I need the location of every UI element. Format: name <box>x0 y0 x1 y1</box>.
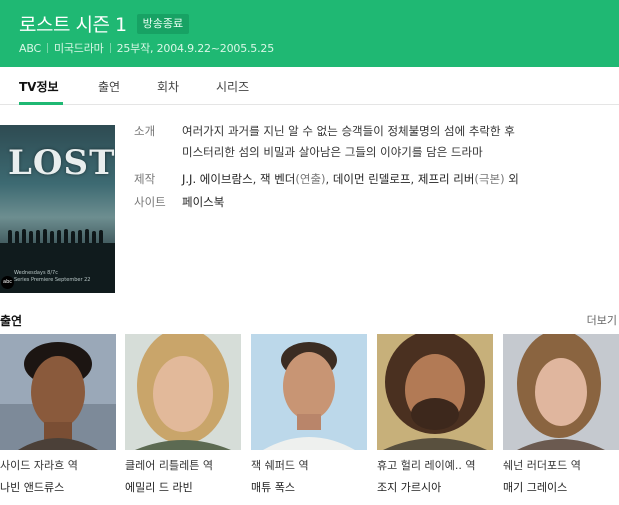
cast-heading: 출연 <box>0 314 23 328</box>
title-row: 로스트 시즌 1 방송종료 <box>19 10 190 37</box>
character-role[interactable]: 휴고 헐리 레이예.. 역 <box>377 457 493 473</box>
tab-bar: TV정보 출연 회차 시리즈 <box>0 67 619 105</box>
meta-row: ABC 미국드라마 25부작, 2004.9.22~2005.5.25 <box>19 40 274 56</box>
synopsis-line: 여러가지 과거를 지닌 알 수 없는 승객들이 정체불명의 섬에 추락한 후 <box>182 124 515 138</box>
actor-name[interactable]: 매튜 폭스 <box>251 479 367 495</box>
status-badge: 방송종료 <box>136 13 190 34</box>
tab-series[interactable]: 시리즈 <box>216 78 249 95</box>
cast-card[interactable]: 클레어 리틀레튼 역 에밀리 드 라빈 <box>125 334 241 495</box>
synopsis-label: 소개 <box>134 124 156 138</box>
actor-name[interactable]: 에밀리 드 라빈 <box>125 479 241 495</box>
poster-tagline: Wednesdays 8/7c Series Premiere Septembe… <box>14 270 90 284</box>
poster-logo: LOST <box>8 143 115 183</box>
title-header: 로스트 시즌 1 방송종료 ABC 미국드라마 25부작, 2004.9.22~… <box>0 0 619 67</box>
credits-suffix: 외 <box>508 172 519 186</box>
synopsis-line: 미스터리한 섬의 비밀과 살아남은 그들의 이야기를 담은 드라마 <box>182 145 483 159</box>
cast-card[interactable]: 휴고 헐리 레이예.. 역 조지 가르시아 <box>377 334 493 495</box>
actor-photo[interactable] <box>251 334 367 450</box>
creator-link[interactable]: J.J. 에이브람스 <box>182 172 253 186</box>
abc-logo: abc <box>1 276 14 289</box>
director-role: (연출) <box>295 172 326 186</box>
character-role[interactable]: 쉐넌 러더포드 역 <box>503 457 619 473</box>
genre-label: 미국드라마 <box>53 42 104 55</box>
tab-episodes[interactable]: 회차 <box>157 78 179 95</box>
character-role[interactable]: 사이드 자라흐 역 <box>0 457 116 473</box>
writer-role: (극본) <box>474 172 505 186</box>
facebook-link[interactable]: 페이스북 <box>182 192 224 213</box>
meta-divider <box>46 43 48 53</box>
production-row: 제작 J.J. 에이브람스, 잭 벤더(연출), 데이먼 린델로프, 제프리 리… <box>134 169 519 190</box>
writer-link[interactable]: 데이먼 린델로프 <box>333 172 411 186</box>
synopsis-text: 여러가지 과거를 지닌 알 수 없는 승객들이 정체불명의 섬에 추락한 후 미… <box>182 121 515 163</box>
episodes-dates-label: 25부작, 2004.9.22~2005.5.25 <box>116 42 275 55</box>
actor-name[interactable]: 나빈 앤드류스 <box>0 479 116 495</box>
cast-card[interactable]: 잭 쉐퍼드 역 매튜 폭스 <box>251 334 367 495</box>
actor-portrait <box>503 334 619 450</box>
tab-cast[interactable]: 출연 <box>98 78 120 95</box>
actor-photo[interactable] <box>0 334 116 450</box>
actor-portrait <box>251 334 367 450</box>
meta-divider <box>109 43 111 53</box>
active-tab-indicator <box>19 102 63 105</box>
actor-photo[interactable] <box>503 334 619 450</box>
actor-photo[interactable] <box>125 334 241 450</box>
production-label: 제작 <box>134 172 156 186</box>
poster-tagline-line2: Series Premiere September 22 <box>14 277 91 283</box>
site-label: 사이트 <box>134 195 166 209</box>
show-poster[interactable]: LOST Wednesdays 8/7c Series Premiere Sep… <box>0 125 115 293</box>
network-label: ABC <box>19 41 41 55</box>
actor-name[interactable]: 매기 그레이스 <box>503 479 619 495</box>
actor-portrait <box>0 334 116 450</box>
actor-photo[interactable] <box>377 334 493 450</box>
show-info: 소개 여러가지 과거를 지닌 알 수 없는 승객들이 정체불명의 섬에 추락한 … <box>134 121 519 213</box>
synopsis-row: 소개 여러가지 과거를 지닌 알 수 없는 승객들이 정체불명의 섬에 추락한 … <box>134 121 519 163</box>
character-role[interactable]: 클레어 리틀레튼 역 <box>125 457 241 473</box>
actor-portrait <box>377 334 493 450</box>
tab-tv-info[interactable]: TV정보 <box>19 78 59 95</box>
site-row: 사이트 페이스북 <box>134 192 519 213</box>
character-role[interactable]: 잭 쉐퍼드 역 <box>251 457 367 473</box>
poster-beach <box>0 243 115 293</box>
more-cast-link[interactable]: 더보기 <box>587 312 617 328</box>
cast-card[interactable]: 쉐넌 러더포드 역 매기 그레이스 <box>503 334 619 495</box>
page-title[interactable]: 로스트 시즌 1 <box>19 10 127 37</box>
actor-name[interactable]: 조지 가르시아 <box>377 479 493 495</box>
production-credits: J.J. 에이브람스, 잭 벤더(연출), 데이먼 린델로프, 제프리 리버(극… <box>182 172 519 186</box>
writer-link[interactable]: 제프리 리버 <box>418 172 475 186</box>
poster-tagline-line1: Wednesdays 8/7c <box>14 270 58 276</box>
actor-portrait <box>125 334 241 450</box>
cast-card[interactable]: 사이드 자라흐 역 나빈 앤드류스 <box>0 334 116 495</box>
director-link[interactable]: 잭 벤더 <box>260 172 295 186</box>
